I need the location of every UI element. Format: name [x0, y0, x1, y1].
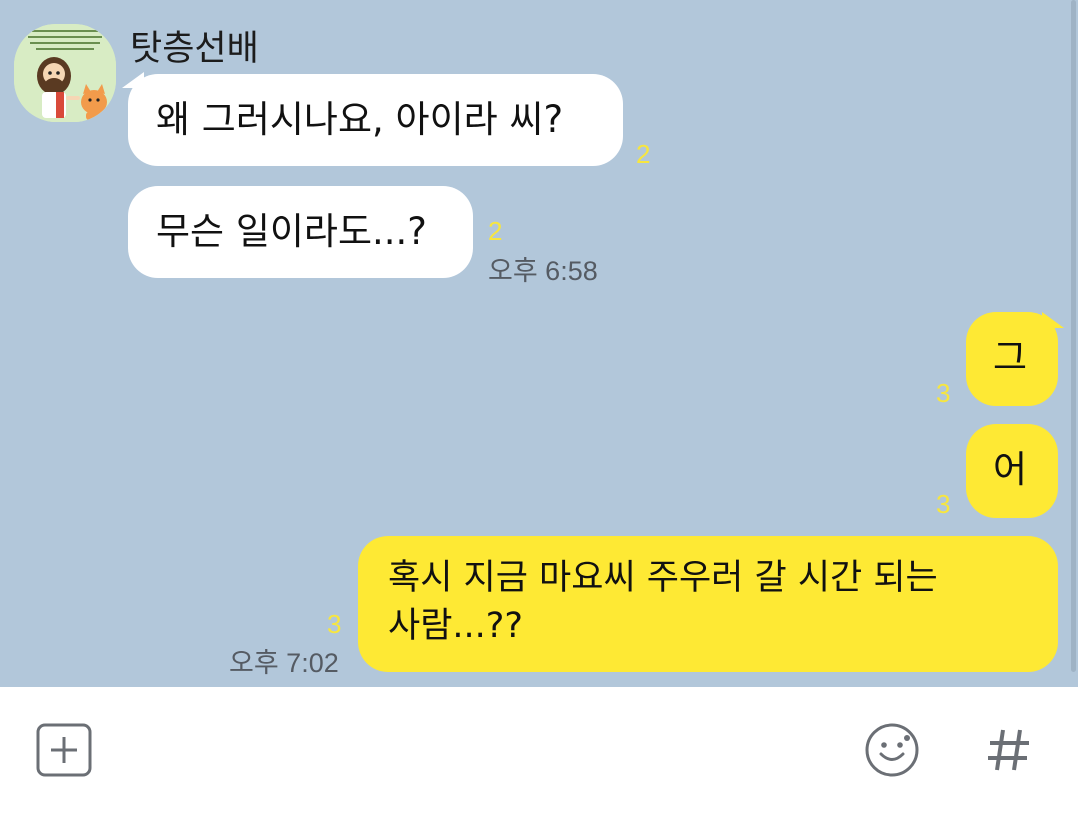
unread-count: 3	[936, 489, 951, 519]
unread-count: 2	[636, 139, 651, 169]
plus-square-icon[interactable]	[34, 721, 94, 779]
sender-name: 탓층선배	[130, 29, 259, 69]
message-bubble-sent[interactable]: 그	[966, 312, 1058, 406]
message-text-line: 사람...??	[388, 606, 523, 646]
message-text-line: 혹시 지금 마요씨 주우러 갈 시간 되는	[388, 558, 938, 598]
sender-avatar[interactable]	[14, 24, 116, 122]
unread-count: 3	[936, 378, 951, 408]
message-text: 어	[993, 448, 1028, 491]
message-time: 오후 6:58	[488, 256, 598, 286]
message-bubble-received[interactable]: 무슨 일이라도...?	[128, 186, 473, 278]
hashtag-icon[interactable]	[982, 723, 1036, 777]
message-text: 왜 그러시나요, 아이라 씨?	[156, 98, 564, 141]
message-text: 무슨 일이라도...?	[156, 210, 427, 253]
chat-area[interactable]: 탓층선배 왜 그러시나요, 아이라 씨? 2 무슨 일이라도...? 2 오후 …	[0, 0, 1078, 687]
message-time: 오후 7:02	[229, 648, 339, 678]
scrollbar[interactable]	[1071, 0, 1076, 672]
message-bubble-sent[interactable]: 혹시 지금 마요씨 주우러 갈 시간 되는 사람...??	[358, 536, 1058, 672]
smiley-icon[interactable]	[862, 720, 922, 780]
character-avatar-icon	[14, 24, 116, 122]
message-bubble-sent[interactable]: 어	[966, 424, 1058, 518]
unread-count: 2	[488, 216, 503, 246]
message-input-bar	[0, 687, 1078, 813]
unread-count: 3	[327, 609, 342, 639]
message-text: 그	[993, 336, 1028, 379]
message-bubble-received[interactable]: 왜 그러시나요, 아이라 씨?	[128, 74, 623, 166]
